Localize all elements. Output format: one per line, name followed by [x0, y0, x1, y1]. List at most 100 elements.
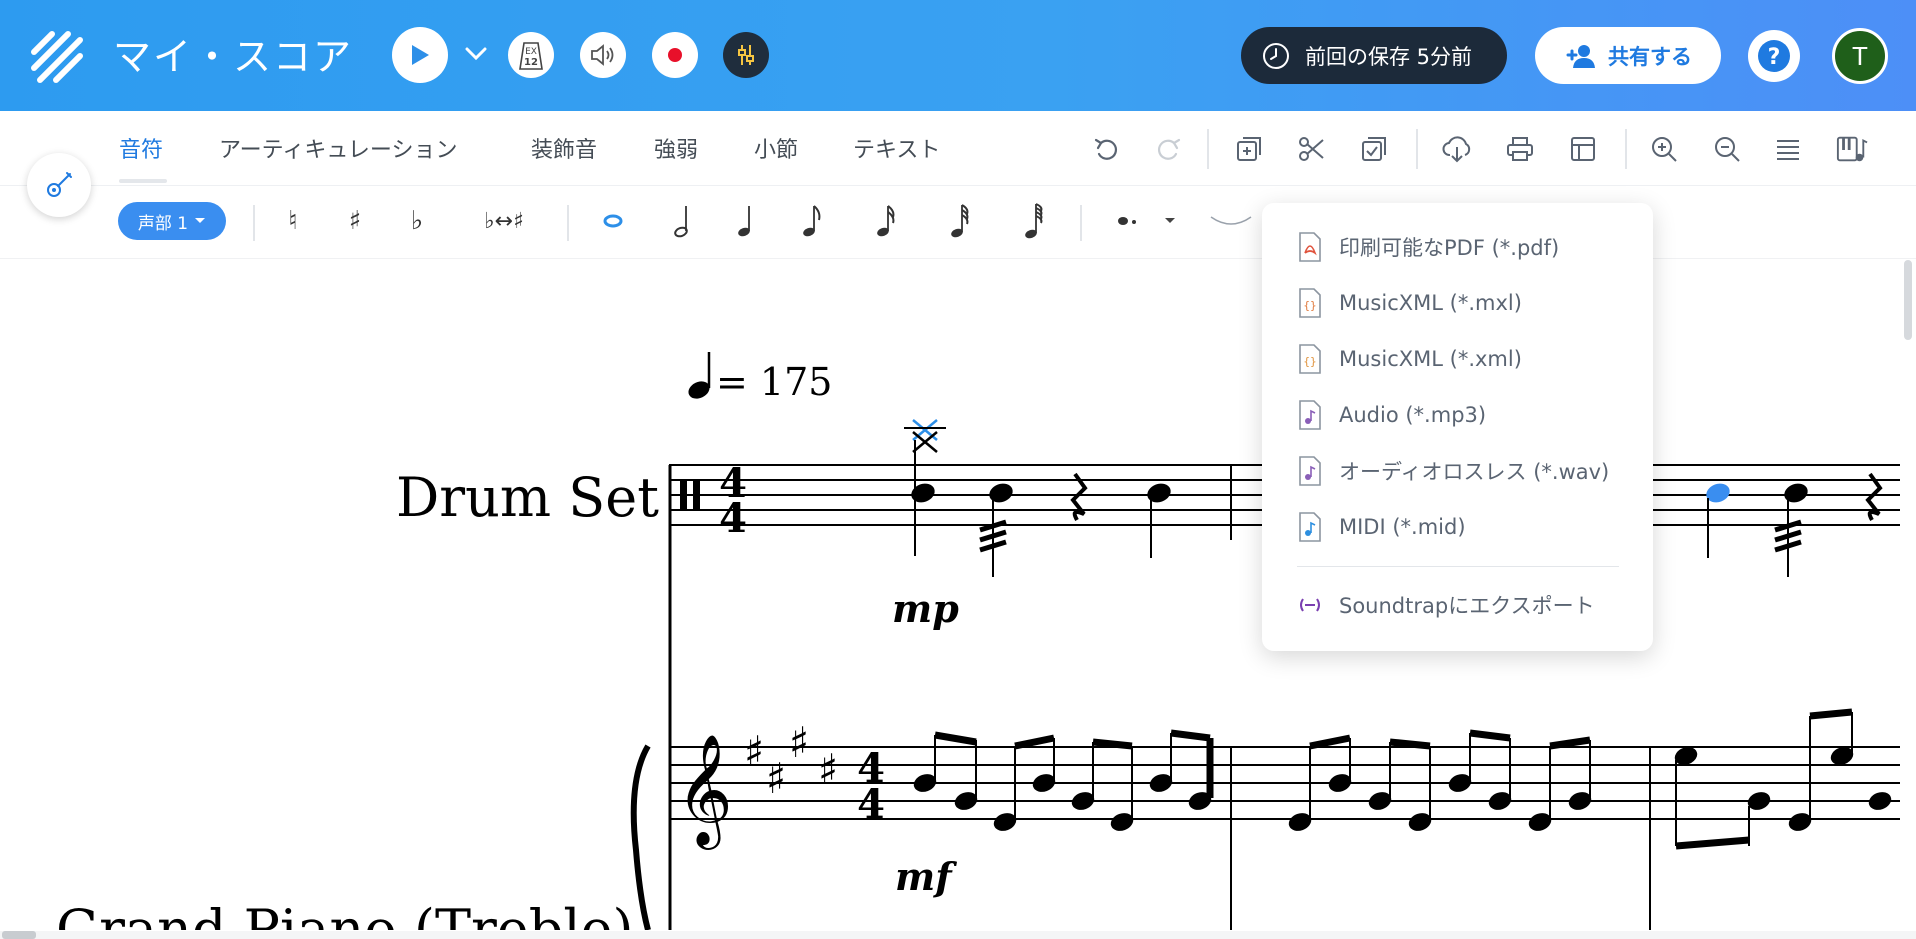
flat-logo-icon[interactable]	[28, 28, 86, 86]
menu-lines-icon	[1777, 140, 1799, 160]
tab-measures[interactable]: 小節	[754, 132, 798, 164]
eighth-note-icon	[803, 205, 821, 237]
layout-button[interactable]	[1567, 133, 1599, 165]
share-button[interactable]: 共有する	[1535, 27, 1721, 84]
drum-notes	[904, 419, 1171, 577]
volume-button[interactable]	[580, 32, 626, 78]
undo-icon	[1094, 138, 1117, 160]
paste-button[interactable]	[1358, 133, 1390, 165]
dotted-note-button[interactable]	[1108, 199, 1148, 243]
share-label: 共有する	[1608, 44, 1692, 69]
enharmonic-button[interactable]: ♭↔♯	[474, 199, 534, 243]
half-note-button[interactable]	[663, 199, 703, 243]
export-soundtrap[interactable]: Soundtrapにエクスポート	[1297, 585, 1595, 625]
svg-text:♯: ♯	[744, 727, 764, 776]
treble-clef: 𝄞	[676, 733, 733, 850]
whole-note-button[interactable]	[593, 199, 633, 243]
piano-treble-staff	[669, 746, 1900, 820]
mp3-file-icon	[1299, 400, 1321, 430]
undo-button[interactable]	[1091, 133, 1123, 165]
redo-button[interactable]	[1152, 133, 1184, 165]
save-status-pill[interactable]: 前回の保存 5分前	[1241, 27, 1507, 84]
palette-separator	[1080, 205, 1082, 241]
help-button[interactable]: ?	[1748, 30, 1800, 82]
vertical-scrollbar[interactable]	[1904, 260, 1912, 340]
palette-separator	[567, 205, 569, 241]
menu-button[interactable]	[1772, 133, 1804, 165]
export-wav-label: オーディオロスレス (*.wav)	[1339, 460, 1610, 484]
caret-down-icon	[195, 218, 206, 223]
tempo-button[interactable]: EX 12	[508, 32, 554, 78]
print-button[interactable]	[1504, 133, 1536, 165]
sixty-fourth-note-button[interactable]	[1014, 199, 1054, 243]
play-icon	[412, 45, 429, 65]
dot-options-caret[interactable]	[1150, 199, 1190, 243]
layout-icon	[1571, 137, 1595, 161]
voice-selector[interactable]: 声部 1	[118, 202, 226, 240]
playback-options-chevron[interactable]	[458, 36, 494, 72]
quarter-note-icon	[738, 206, 750, 237]
copy-button[interactable]	[1233, 133, 1265, 165]
record-button[interactable]	[652, 32, 698, 78]
mixer-button[interactable]	[723, 32, 769, 78]
thirty-second-note-button[interactable]	[940, 199, 980, 243]
zoom-out-icon	[1715, 137, 1740, 162]
eighth-note-button[interactable]	[792, 199, 832, 243]
sharp-button[interactable]: ♯	[335, 199, 375, 243]
export-midi[interactable]: MIDI (*.mid)	[1297, 507, 1466, 547]
score-title[interactable]: マイ・スコア	[113, 26, 353, 81]
natural-button[interactable]: ♮	[273, 199, 313, 243]
toolbar-separator	[1625, 129, 1627, 169]
staff-name-drums[interactable]: Drum Set	[396, 466, 659, 529]
export-wav[interactable]: オーディオロスレス (*.wav)	[1297, 451, 1609, 491]
sixteenth-note-button[interactable]	[866, 199, 906, 243]
toolbar-separator	[1416, 129, 1418, 169]
quarter-note-button[interactable]	[726, 199, 766, 243]
menu-divider	[1297, 566, 1619, 567]
svg-text:{}: {}	[1303, 355, 1316, 368]
export-mxl[interactable]: {} MusicXML (*.mxl)	[1297, 283, 1522, 323]
help-icon: ?	[1758, 40, 1790, 72]
thirty-second-note-icon	[951, 204, 969, 238]
tab-text[interactable]: テキスト	[853, 132, 940, 164]
export-xml[interactable]: {} MusicXML (*.xml)	[1297, 339, 1522, 379]
metronome-icon: EX 12	[519, 42, 543, 70]
record-icon	[668, 48, 682, 62]
export-button[interactable]	[1441, 133, 1473, 165]
svg-text:♯: ♯	[766, 754, 786, 803]
piano-time-bottom: 4	[857, 781, 885, 828]
caret-down-icon	[1165, 218, 1175, 223]
svg-text:♯: ♯	[818, 745, 838, 794]
half-note-icon	[674, 206, 688, 238]
tempo-badge-top: EX	[525, 47, 537, 57]
dynamic-mf: mf	[895, 854, 957, 899]
grand-staff-brace	[630, 744, 651, 930]
export-pdf[interactable]: 印刷可能なPDF (*.pdf)	[1297, 227, 1559, 267]
key-signature: ♯ ♯ ♯ ♯	[744, 718, 838, 803]
tab-ornaments[interactable]: 装飾音	[531, 132, 597, 164]
svg-text:♯: ♯	[789, 718, 809, 767]
keyboard-button[interactable]	[1836, 133, 1868, 165]
help-glyph: ?	[1768, 45, 1781, 70]
zoom-in-button[interactable]	[1648, 133, 1680, 165]
dynamic-mp: mp	[892, 586, 959, 631]
cloud-download-icon	[1442, 136, 1471, 163]
tab-notes[interactable]: 音符	[119, 132, 163, 164]
tab-dynamics[interactable]: 強弱	[654, 132, 698, 164]
tempo-badge-bottom: 12	[524, 57, 538, 68]
mixer-icon	[738, 45, 754, 65]
tempo-value: = 175	[716, 360, 832, 404]
zoom-out-button[interactable]	[1711, 133, 1743, 165]
export-xml-label: MusicXML (*.xml)	[1339, 347, 1522, 371]
tie-button[interactable]	[1206, 199, 1256, 243]
play-button[interactable]	[392, 27, 448, 83]
tab-articulation[interactable]: アーティキュレーション	[219, 132, 457, 164]
staff-name-piano[interactable]: Grand Piano (Treble)	[56, 898, 634, 930]
cut-button[interactable]	[1296, 133, 1328, 165]
flat-button[interactable]: ♭	[397, 199, 437, 243]
horizontal-scrollbar[interactable]	[2, 931, 36, 939]
whole-note-icon	[603, 214, 623, 228]
user-avatar[interactable]: T	[1832, 28, 1888, 84]
export-mp3[interactable]: Audio (*.mp3)	[1297, 395, 1486, 435]
save-status-text: 前回の保存 5分前	[1305, 44, 1473, 69]
